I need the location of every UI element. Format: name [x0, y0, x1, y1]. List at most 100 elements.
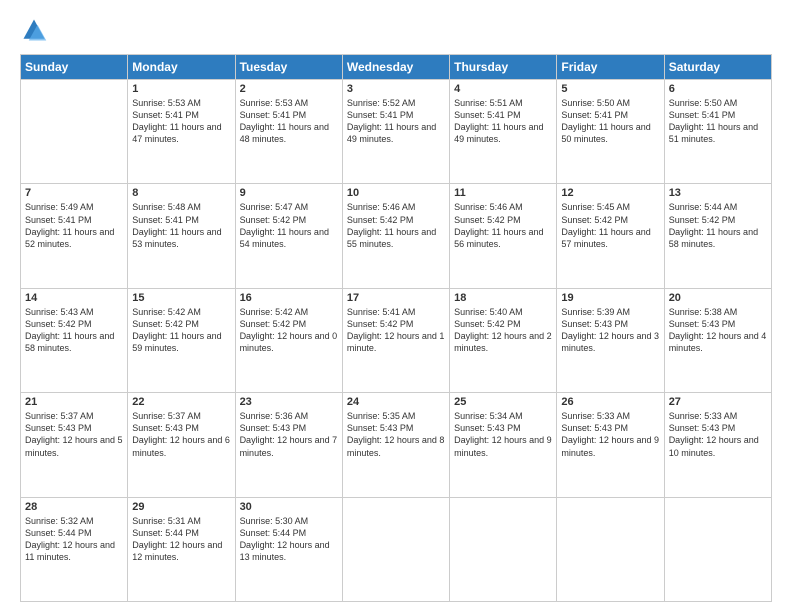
day-cell: 9Sunrise: 5:47 AMSunset: 5:42 PMDaylight… [235, 184, 342, 288]
day-cell: 11 Sunrise: 5:46 AMSunset: 5:42 PMDayligh… [450, 184, 557, 288]
day-number: 12 [561, 187, 659, 199]
day-cell [21, 80, 128, 184]
day-cell: 10 Sunrise: 5:46 AMSunset: 5:42 PMDayligh… [342, 184, 449, 288]
day-number: 24 [347, 396, 445, 408]
week-row-3: 14 Sunrise: 5:43 AMSunset: 5:42 PMDayligh… [21, 288, 772, 392]
weekday-header-friday: Friday [557, 55, 664, 80]
day-number: 26 [561, 396, 659, 408]
day-number: 6 [669, 83, 767, 95]
day-number: 17 [347, 292, 445, 304]
day-info: Sunrise: 5:50 AMSunset: 5:41 PMDaylight:… [561, 97, 659, 146]
day-cell: 28 Sunrise: 5:32 AMSunset: 5:44 PMDayligh… [21, 497, 128, 601]
day-cell: 20 Sunrise: 5:38 AMSunset: 5:43 PMDayligh… [664, 288, 771, 392]
day-info: Sunrise: 5:46 AMSunset: 5:42 PMDaylight:… [454, 201, 552, 250]
day-info: Sunrise: 5:32 AMSunset: 5:44 PMDaylight:… [25, 515, 123, 564]
day-number: 21 [25, 396, 123, 408]
day-cell: 22 Sunrise: 5:37 AMSunset: 5:43 PMDayligh… [128, 393, 235, 497]
day-cell: 27 Sunrise: 5:33 AMSunset: 5:43 PMDayligh… [664, 393, 771, 497]
logo-icon [20, 16, 48, 44]
day-info: Sunrise: 5:50 AMSunset: 5:41 PMDaylight:… [669, 97, 767, 146]
day-info: Sunrise: 5:40 AMSunset: 5:42 PMDaylight:… [454, 306, 552, 355]
week-row-1: 1 Sunrise: 5:53 AMSunset: 5:41 PMDaylight… [21, 80, 772, 184]
logo [20, 16, 50, 44]
day-cell: 2 Sunrise: 5:53 AMSunset: 5:41 PMDaylight… [235, 80, 342, 184]
day-cell: 8 Sunrise: 5:48 AMSunset: 5:41 PMDaylight… [128, 184, 235, 288]
weekday-header-thursday: Thursday [450, 55, 557, 80]
day-cell: 24Sunrise: 5:35 AMSunset: 5:43 PMDayligh… [342, 393, 449, 497]
day-info: Sunrise: 5:42 AMSunset: 5:42 PMDaylight:… [132, 306, 230, 355]
day-number: 4 [454, 83, 552, 95]
day-number: 7 [25, 187, 123, 199]
day-info: Sunrise: 5:39 AMSunset: 5:43 PMDaylight:… [561, 306, 659, 355]
day-info: Sunrise: 5:48 AMSunset: 5:41 PMDaylight:… [132, 201, 230, 250]
day-number: 20 [669, 292, 767, 304]
day-number: 1 [132, 83, 230, 95]
calendar-page: SundayMondayTuesdayWednesdayThursdayFrid… [0, 0, 792, 612]
day-info: Sunrise: 5:42 AMSunset: 5:42 PMDaylight:… [240, 306, 338, 355]
weekday-header-monday: Monday [128, 55, 235, 80]
week-row-4: 21 Sunrise: 5:37 AMSunset: 5:43 PMDayligh… [21, 393, 772, 497]
day-number: 15 [132, 292, 230, 304]
day-number: 25 [454, 396, 552, 408]
day-number: 2 [240, 83, 338, 95]
day-info: Sunrise: 5:33 AMSunset: 5:43 PMDaylight:… [669, 410, 767, 459]
day-number: 19 [561, 292, 659, 304]
day-number: 13 [669, 187, 767, 199]
day-number: 16 [240, 292, 338, 304]
day-number: 30 [240, 501, 338, 513]
day-cell [664, 497, 771, 601]
day-info: Sunrise: 5:37 AMSunset: 5:43 PMDaylight:… [132, 410, 230, 459]
day-cell [557, 497, 664, 601]
day-cell: 12Sunrise: 5:45 AMSunset: 5:42 PMDayligh… [557, 184, 664, 288]
day-number: 23 [240, 396, 338, 408]
day-cell: 1 Sunrise: 5:53 AMSunset: 5:41 PMDaylight… [128, 80, 235, 184]
day-info: Sunrise: 5:33 AMSunset: 5:43 PMDaylight:… [561, 410, 659, 459]
day-cell: 17 Sunrise: 5:41 AMSunset: 5:42 PMDayligh… [342, 288, 449, 392]
day-cell: 6 Sunrise: 5:50 AMSunset: 5:41 PMDaylight… [664, 80, 771, 184]
day-cell: 23Sunrise: 5:36 AMSunset: 5:43 PMDayligh… [235, 393, 342, 497]
day-cell: 25 Sunrise: 5:34 AMSunset: 5:43 PMDayligh… [450, 393, 557, 497]
day-number: 29 [132, 501, 230, 513]
day-info: Sunrise: 5:53 AMSunset: 5:41 PMDaylight:… [240, 97, 338, 146]
week-row-5: 28 Sunrise: 5:32 AMSunset: 5:44 PMDayligh… [21, 497, 772, 601]
day-info: Sunrise: 5:52 AMSunset: 5:41 PMDaylight:… [347, 97, 445, 146]
header [20, 16, 772, 44]
day-cell: 26 Sunrise: 5:33 AMSunset: 5:43 PMDayligh… [557, 393, 664, 497]
day-number: 28 [25, 501, 123, 513]
day-cell: 7Sunrise: 5:49 AMSunset: 5:41 PMDaylight… [21, 184, 128, 288]
day-cell: 21 Sunrise: 5:37 AMSunset: 5:43 PMDayligh… [21, 393, 128, 497]
day-cell: 3Sunrise: 5:52 AMSunset: 5:41 PMDaylight… [342, 80, 449, 184]
day-cell: 5 Sunrise: 5:50 AMSunset: 5:41 PMDaylight… [557, 80, 664, 184]
weekday-header-wednesday: Wednesday [342, 55, 449, 80]
day-info: Sunrise: 5:51 AMSunset: 5:41 PMDaylight:… [454, 97, 552, 146]
day-number: 11 [454, 187, 552, 199]
day-cell [342, 497, 449, 601]
day-info: Sunrise: 5:31 AMSunset: 5:44 PMDaylight:… [132, 515, 230, 564]
day-cell: 19 Sunrise: 5:39 AMSunset: 5:43 PMDayligh… [557, 288, 664, 392]
day-number: 27 [669, 396, 767, 408]
day-info: Sunrise: 5:46 AMSunset: 5:42 PMDaylight:… [347, 201, 445, 250]
day-cell [450, 497, 557, 601]
weekday-header-sunday: Sunday [21, 55, 128, 80]
day-cell: 16 Sunrise: 5:42 AMSunset: 5:42 PMDayligh… [235, 288, 342, 392]
day-info: Sunrise: 5:44 AMSunset: 5:42 PMDaylight:… [669, 201, 767, 250]
day-number: 10 [347, 187, 445, 199]
day-info: Sunrise: 5:53 AMSunset: 5:41 PMDaylight:… [132, 97, 230, 146]
day-number: 22 [132, 396, 230, 408]
day-number: 18 [454, 292, 552, 304]
calendar-table: SundayMondayTuesdayWednesdayThursdayFrid… [20, 54, 772, 602]
day-number: 5 [561, 83, 659, 95]
day-cell: 18 Sunrise: 5:40 AMSunset: 5:42 PMDayligh… [450, 288, 557, 392]
weekday-header-row: SundayMondayTuesdayWednesdayThursdayFrid… [21, 55, 772, 80]
day-info: Sunrise: 5:34 AMSunset: 5:43 PMDaylight:… [454, 410, 552, 459]
day-info: Sunrise: 5:37 AMSunset: 5:43 PMDaylight:… [25, 410, 123, 459]
day-number: 8 [132, 187, 230, 199]
day-info: Sunrise: 5:38 AMSunset: 5:43 PMDaylight:… [669, 306, 767, 355]
day-cell: 13 Sunrise: 5:44 AMSunset: 5:42 PMDayligh… [664, 184, 771, 288]
day-cell: 15 Sunrise: 5:42 AMSunset: 5:42 PMDayligh… [128, 288, 235, 392]
day-info: Sunrise: 5:47 AMSunset: 5:42 PMDaylight:… [240, 201, 338, 250]
weekday-header-saturday: Saturday [664, 55, 771, 80]
day-info: Sunrise: 5:41 AMSunset: 5:42 PMDaylight:… [347, 306, 445, 355]
day-info: Sunrise: 5:43 AMSunset: 5:42 PMDaylight:… [25, 306, 123, 355]
day-number: 14 [25, 292, 123, 304]
